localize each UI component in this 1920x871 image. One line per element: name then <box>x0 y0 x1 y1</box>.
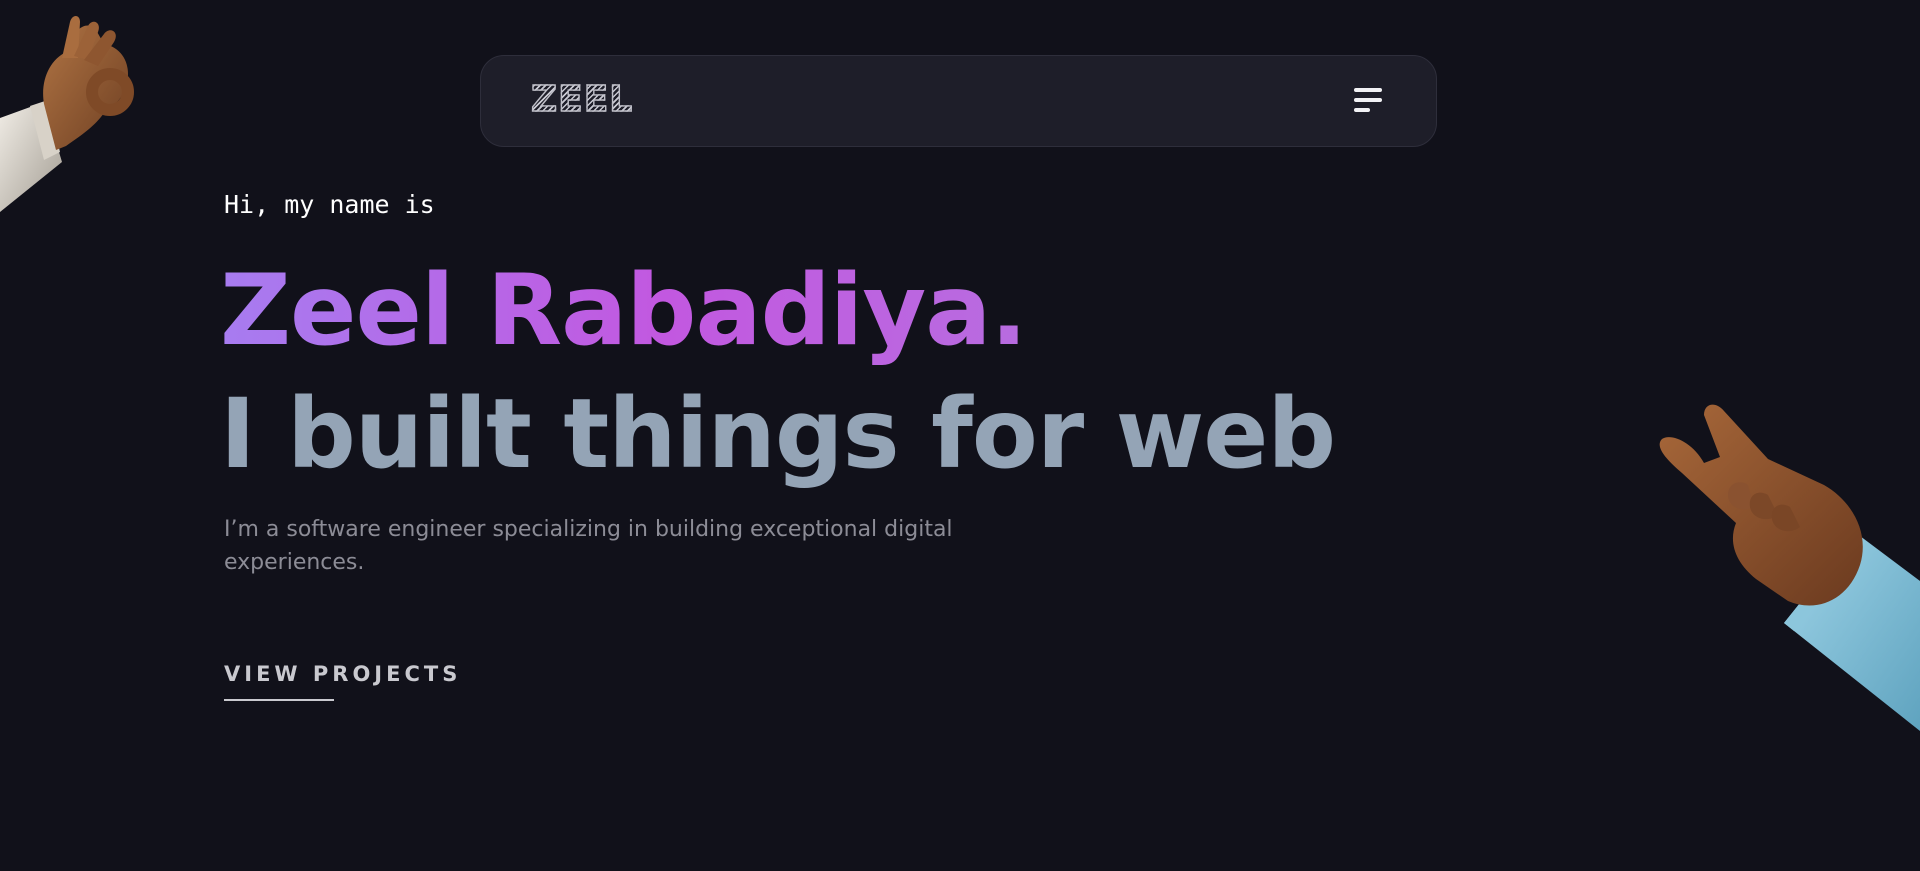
hero-tagline: I built things for web <box>220 378 1336 490</box>
menu-line <box>1354 98 1382 102</box>
hero-greeting: Hi, my name is <box>224 190 435 219</box>
view-projects-button[interactable]: VIEW PROJECTS <box>224 662 461 686</box>
menu-line <box>1354 88 1382 92</box>
rock-hand-icon <box>1659 404 1920 731</box>
site-logo[interactable]: ZEEL <box>530 81 633 118</box>
cta-underline <box>224 699 334 701</box>
hero-name: Zeel Rabadiya. <box>220 254 1028 368</box>
ok-hand-icon <box>0 16 134 212</box>
hamburger-menu-icon[interactable] <box>1354 88 1382 116</box>
menu-line <box>1354 108 1370 112</box>
top-navbar: ZEEL <box>480 55 1437 147</box>
hero-description: I’m a software engineer specializing in … <box>224 517 953 575</box>
